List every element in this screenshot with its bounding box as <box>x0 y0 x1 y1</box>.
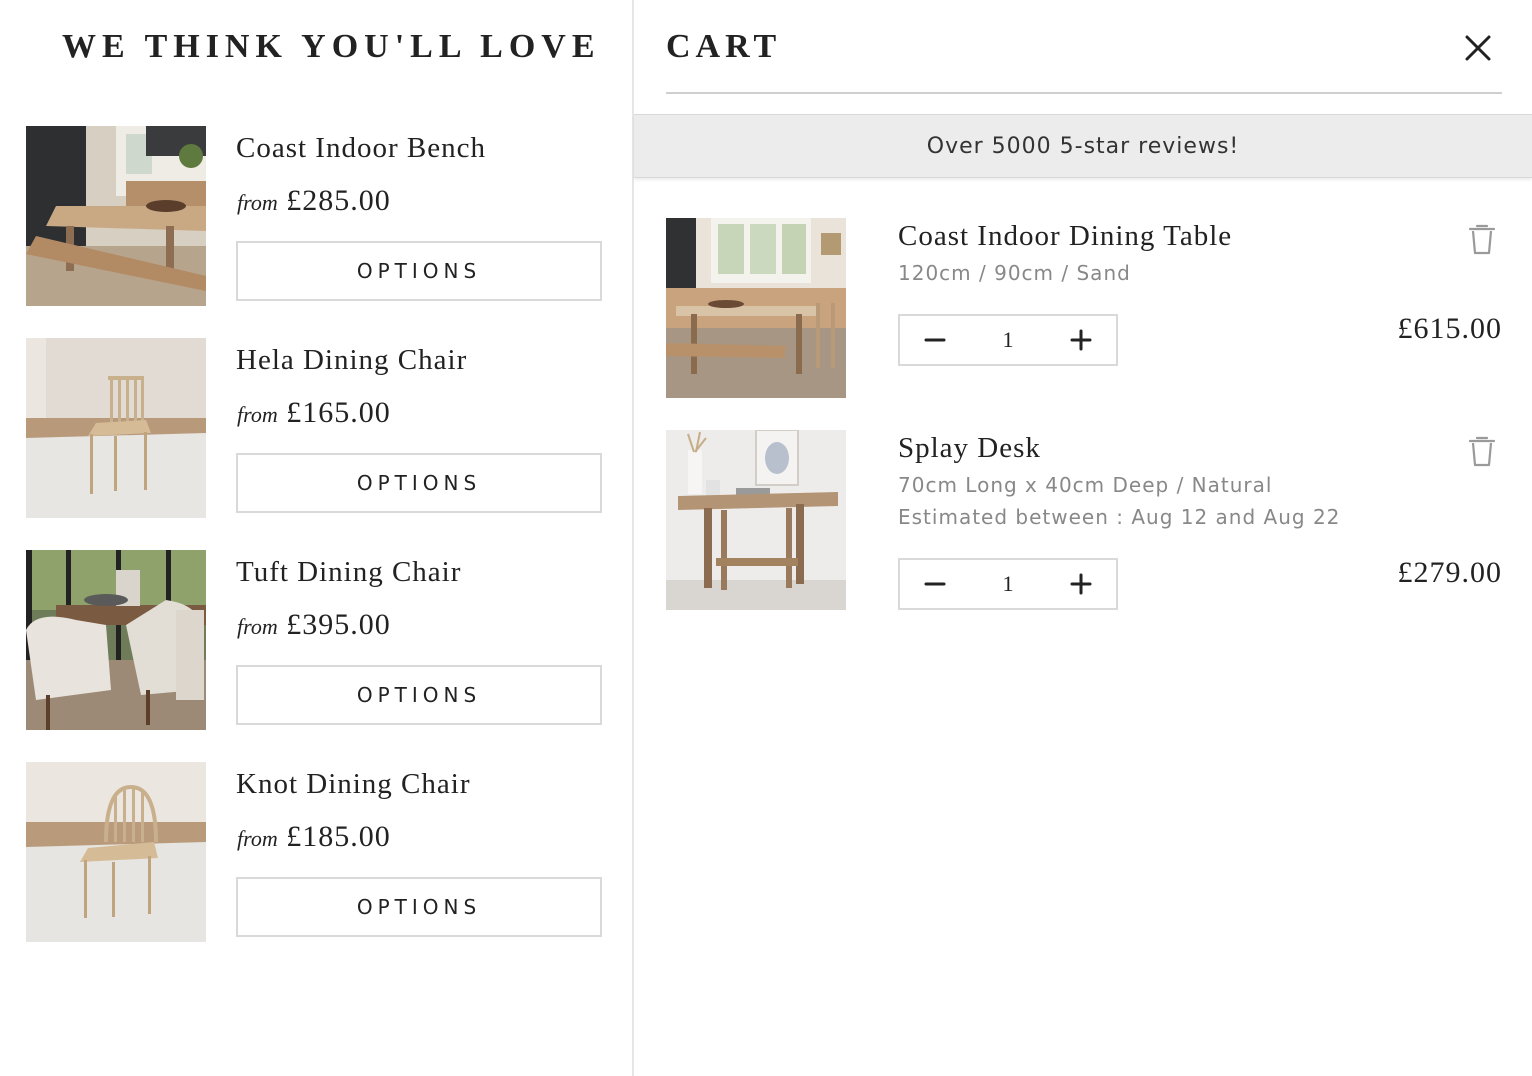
product-image[interactable] <box>26 338 206 518</box>
product-variant: 120cm / 90cm / Sand <box>898 261 1131 285</box>
product-variant: 70cm Long x 40cm Deep / Natural <box>898 473 1273 497</box>
product-name[interactable]: Tuft Dining Chair <box>236 556 461 589</box>
recommendation-item: Tuft Dining Chair from £395.00 OPTIONS <box>26 550 606 730</box>
plus-icon[interactable] <box>1046 316 1116 364</box>
minus-icon[interactable] <box>900 560 970 608</box>
cart-title: CART <box>666 28 782 65</box>
options-button[interactable]: OPTIONS <box>236 877 602 937</box>
line-price: £615.00 <box>1397 312 1502 345</box>
price-value: £165.00 <box>286 396 391 429</box>
product-image[interactable] <box>666 218 846 398</box>
recommendation-item: Hela Dining Chair from £165.00 OPTIONS <box>26 338 606 518</box>
product-image[interactable] <box>26 126 206 306</box>
reviews-banner: Over 5000 5-star reviews! <box>634 114 1532 178</box>
recommendation-item: Coast Indoor Bench from £285.00 OPTIONS <box>26 126 606 306</box>
quantity-input[interactable]: 1 <box>970 316 1046 364</box>
from-label: from <box>237 826 278 851</box>
price-value: £185.00 <box>286 820 391 853</box>
product-price: from £185.00 <box>237 820 391 854</box>
recommendation-item: Knot Dining Chair from £185.00 OPTIONS <box>26 762 606 942</box>
quantity-input[interactable]: 1 <box>970 560 1046 608</box>
trash-icon[interactable] <box>1466 222 1498 256</box>
cart-line-item: Splay Desk 70cm Long x 40cm Deep / Natur… <box>666 430 1502 620</box>
product-name[interactable]: Coast Indoor Bench <box>236 132 486 165</box>
recommendations-title: WE THINK YOU'LL LOVE <box>62 28 601 65</box>
product-name[interactable]: Hela Dining Chair <box>236 344 467 377</box>
line-price: £279.00 <box>1397 556 1502 589</box>
trash-icon[interactable] <box>1466 434 1498 468</box>
product-image[interactable] <box>666 430 846 610</box>
options-button[interactable]: OPTIONS <box>236 453 602 513</box>
price-value: £285.00 <box>286 184 391 217</box>
product-name[interactable]: Knot Dining Chair <box>236 768 471 801</box>
product-name[interactable]: Splay Desk <box>898 432 1041 465</box>
product-price: from £285.00 <box>237 184 391 218</box>
header-divider <box>666 92 1502 94</box>
product-price: from £165.00 <box>237 396 391 430</box>
product-image[interactable] <box>26 762 206 942</box>
delivery-estimate: Estimated between : Aug 12 and Aug 22 <box>898 505 1341 529</box>
options-button[interactable]: OPTIONS <box>236 665 602 725</box>
from-label: from <box>237 614 278 639</box>
close-icon[interactable] <box>1460 30 1496 66</box>
cart-drawer: CART Over 5000 5-star reviews! Coast Ind… <box>634 0 1532 1076</box>
from-label: from <box>237 190 278 215</box>
cart-line-item: Coast Indoor Dining Table 120cm / 90cm /… <box>666 218 1502 408</box>
plus-icon[interactable] <box>1046 560 1116 608</box>
quantity-stepper: 1 <box>898 558 1118 610</box>
recommendations-panel: WE THINK YOU'LL LOVE Coast Indoor Bench <box>0 0 632 1076</box>
product-name[interactable]: Coast Indoor Dining Table <box>898 220 1232 253</box>
minus-icon[interactable] <box>900 316 970 364</box>
product-price: from £395.00 <box>237 608 391 642</box>
options-button[interactable]: OPTIONS <box>236 241 602 301</box>
quantity-stepper: 1 <box>898 314 1118 366</box>
product-image[interactable] <box>26 550 206 730</box>
from-label: from <box>237 402 278 427</box>
price-value: £395.00 <box>286 608 391 641</box>
